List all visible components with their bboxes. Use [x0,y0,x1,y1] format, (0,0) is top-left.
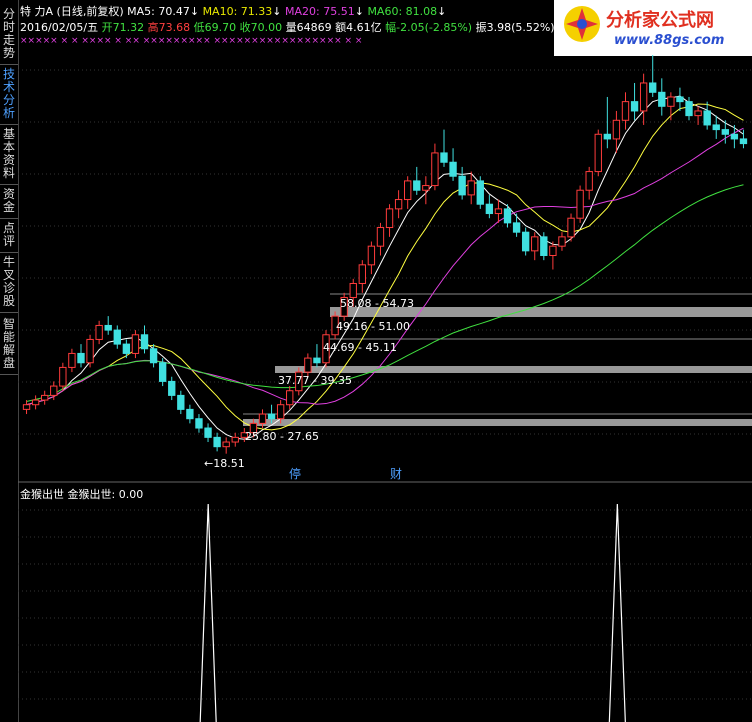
candle-body [376,227,385,247]
candle-body [512,222,521,233]
candle-body [149,348,158,364]
candle-body [485,203,494,215]
candle-body [730,133,739,140]
candle-body [204,427,212,438]
candle-body [576,189,584,219]
candle-body [394,199,403,210]
ma20-line [26,127,744,406]
candle-body [413,180,421,191]
candle-body [594,133,602,173]
candle-body [286,390,294,406]
candle-body [113,329,121,345]
candle-body [494,208,503,215]
candle-body [122,343,131,354]
sub-title: 金猴出世 [20,488,64,501]
candle-body [630,101,639,112]
candle-body [258,413,267,424]
candle-body [649,82,657,93]
candle-body [449,161,457,177]
candle-body [558,236,566,247]
candle-body [131,334,140,354]
candle-body [77,352,85,364]
candle-body [458,175,466,196]
price-label: 44.69 - 45.11 [323,341,397,354]
candle-body [367,245,376,266]
candle-body [404,180,412,201]
candle-body [304,357,312,373]
candle-body [104,324,112,331]
event-marker: 财 [390,467,402,481]
candle-body [213,436,221,448]
candle-body [177,394,185,410]
price-label: 37.77 - 39.35 [278,374,352,387]
candle-body [639,82,648,112]
candle-body [276,404,285,420]
kline-chart[interactable]: ←18.51 25.80 - 27.65 37.77 - 39.35 44.69 - … [0,0,752,722]
candle-body [431,152,439,187]
candle-body [467,180,475,196]
ma5-line [26,95,744,440]
candle-body [422,185,430,191]
candle-body [694,110,702,117]
candle-body [50,385,58,396]
support-band [330,310,752,317]
candle-body [95,324,103,340]
candle-body [86,338,94,364]
sub-indicator-label: 金猴出世 金猴出世: 0.00 [20,486,143,502]
candle-body [358,264,366,284]
candle-body [41,394,49,401]
candle-body [549,245,557,257]
event-marker: 停 [289,466,301,481]
candle-body [313,357,321,364]
candle-body [440,152,448,163]
candle-body [503,208,512,224]
candle-body [603,133,612,140]
candle-body [685,101,693,117]
candle-body [721,129,729,135]
candle-body [267,413,276,420]
candle-body [59,366,67,387]
sub-value: 金猴出世: 0.00 [67,488,144,501]
candle-body [68,352,76,368]
candle-body [676,96,684,103]
support-band [275,366,752,373]
candle-body [531,236,539,252]
candle-body [158,362,167,382]
ma10-line [26,103,744,431]
candle-body [612,119,621,140]
candle-body [521,231,530,252]
candle-body [31,399,40,406]
candle-body [168,380,176,396]
candle-body [186,408,194,420]
candle-body [195,418,203,429]
candle-body [540,236,548,257]
candle-body [703,110,711,126]
candle-body [476,180,484,205]
candle-body [222,441,230,448]
candle-body [140,334,149,350]
candle-body [621,101,630,121]
candle-body [585,171,593,191]
candle-body [712,124,720,131]
price-label: 49.16 - 51.00 [336,320,410,333]
candle-body [385,208,394,229]
price-label: ←18.51 [204,457,245,470]
candle-body [567,217,575,238]
candle-body [22,404,31,410]
candle-body [349,282,357,298]
candle-body [739,138,748,145]
support-band [243,419,752,426]
candle-body [658,91,666,107]
candle-body [667,96,675,107]
candle-body [231,436,239,443]
price-label: 58.08 - 54.73 [340,297,414,310]
price-label: 25.80 - 27.65 [245,430,319,443]
